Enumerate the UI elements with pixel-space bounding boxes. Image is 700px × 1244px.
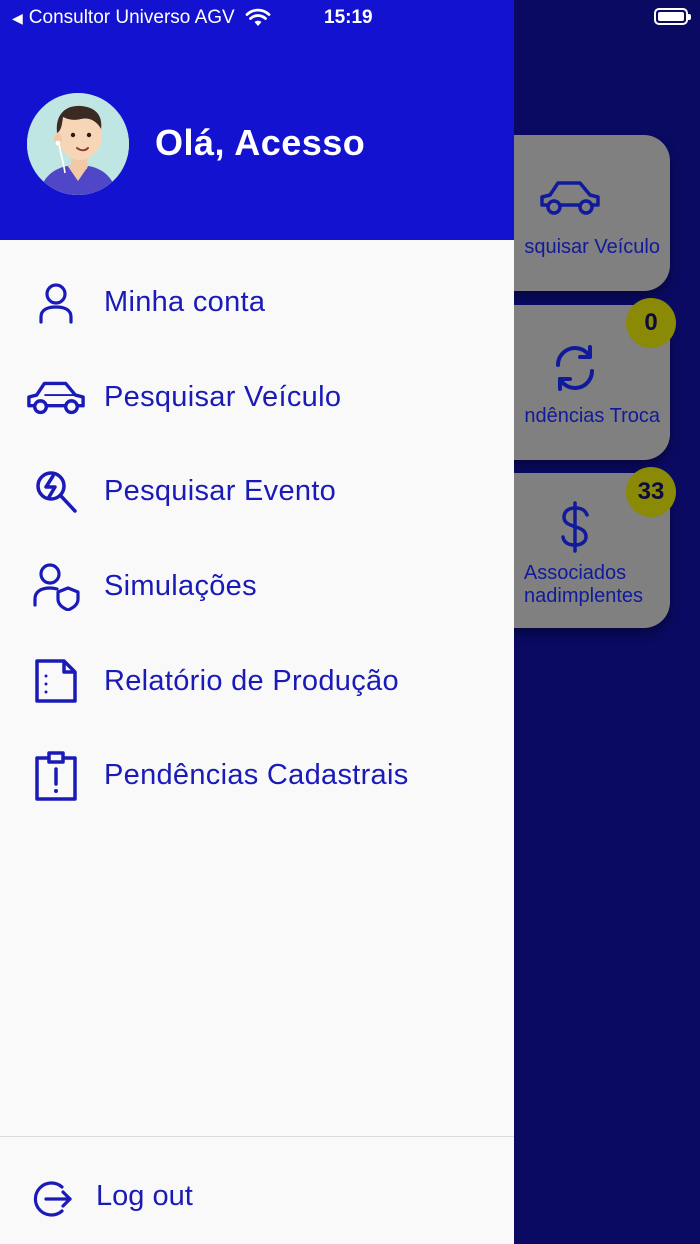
logout-button[interactable]: Log out	[0, 1160, 514, 1236]
notification-badge: 0	[626, 298, 676, 348]
divider	[0, 1136, 514, 1137]
notification-badge: 33	[626, 467, 676, 517]
logout-label: Log out	[96, 1180, 193, 1212]
menu-item-label: Simulações	[104, 569, 257, 602]
status-bar: ◀ Consultor Universo AGV 15:19	[0, 0, 514, 36]
avatar[interactable]	[27, 93, 129, 195]
wifi-icon	[245, 8, 271, 26]
drawer-menu: Minha conta Pesquisar Veículo Pesquisar …	[0, 255, 514, 823]
menu-item-pesquisar-evento[interactable]: Pesquisar Evento	[0, 444, 514, 539]
search-event-icon	[26, 462, 86, 522]
report-icon	[26, 651, 86, 711]
greeting-title: Olá, Acesso	[155, 122, 366, 163]
menu-item-relatorio-producao[interactable]: Relatório de Produção	[0, 634, 514, 729]
carrier-name: Consultor Universo AGV	[28, 7, 235, 28]
menu-item-simulacoes[interactable]: Simulações	[0, 539, 514, 634]
back-to-app[interactable]: ◀ Consultor Universo AGV	[12, 7, 271, 29]
menu-item-pendencias-cadastrais[interactable]: Pendências Cadastrais	[0, 728, 514, 823]
drawer-header: ◀ Consultor Universo AGV 15:19 Olá, Aces…	[0, 0, 514, 240]
menu-item-label: Pendências Cadastrais	[104, 759, 409, 792]
card-label: squisar Veículo	[524, 236, 660, 258]
navigation-drawer: ◀ Consultor Universo AGV 15:19 Olá, Aces…	[0, 0, 514, 1244]
menu-item-label: Pesquisar Veículo	[104, 380, 342, 413]
menu-item-label: Relatório de Produção	[104, 664, 399, 697]
clipboard-alert-icon	[26, 746, 86, 806]
menu-item-label: Pesquisar Evento	[104, 475, 337, 508]
menu-item-minha-conta[interactable]: Minha conta	[0, 255, 514, 350]
clock: 15:19	[324, 7, 373, 28]
logout-icon	[30, 1177, 74, 1221]
user-icon	[26, 272, 86, 332]
card-label: ndências Troca	[524, 405, 660, 427]
back-arrow-icon: ◀	[12, 9, 23, 26]
battery-icon	[654, 8, 691, 25]
car-icon	[26, 367, 86, 427]
user-shield-icon	[26, 556, 86, 616]
menu-item-label: Minha conta	[104, 285, 266, 318]
card-label-line2: nadimplentes	[524, 585, 643, 607]
menu-item-pesquisar-veiculo[interactable]: Pesquisar Veículo	[0, 350, 514, 445]
